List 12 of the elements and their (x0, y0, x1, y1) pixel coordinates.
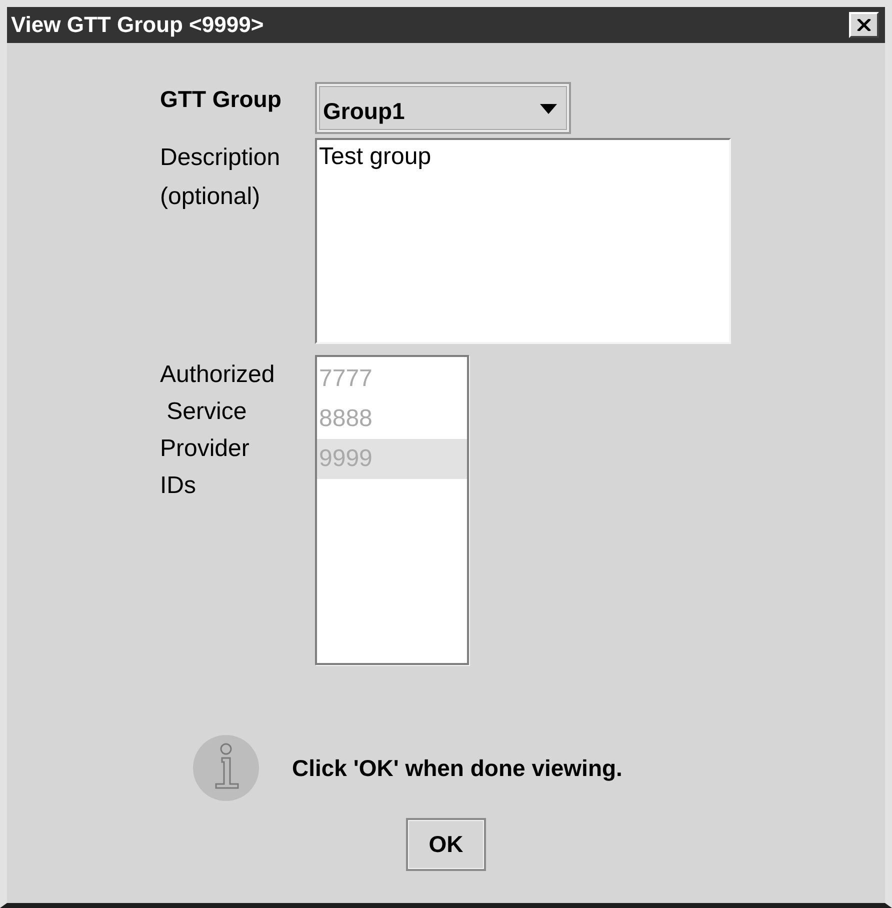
close-button[interactable] (849, 12, 879, 38)
info-icon (193, 735, 259, 801)
caret-icon (540, 104, 557, 114)
service-provider-ids-label: Authorized Service Provider IDs (160, 360, 276, 501)
description-label: Description (optional) (160, 143, 282, 212)
gtt-group-label: GTT Group (160, 86, 282, 112)
gtt-group-dropdown[interactable]: Group1 (315, 82, 571, 134)
info-message: Click 'OK' when done viewing. (292, 754, 622, 782)
description-field[interactable]: Test group (315, 138, 731, 344)
close-icon (857, 19, 871, 31)
window-title: View GTT Group <9999> (11, 11, 264, 39)
ok-button[interactable]: OK (406, 818, 486, 871)
